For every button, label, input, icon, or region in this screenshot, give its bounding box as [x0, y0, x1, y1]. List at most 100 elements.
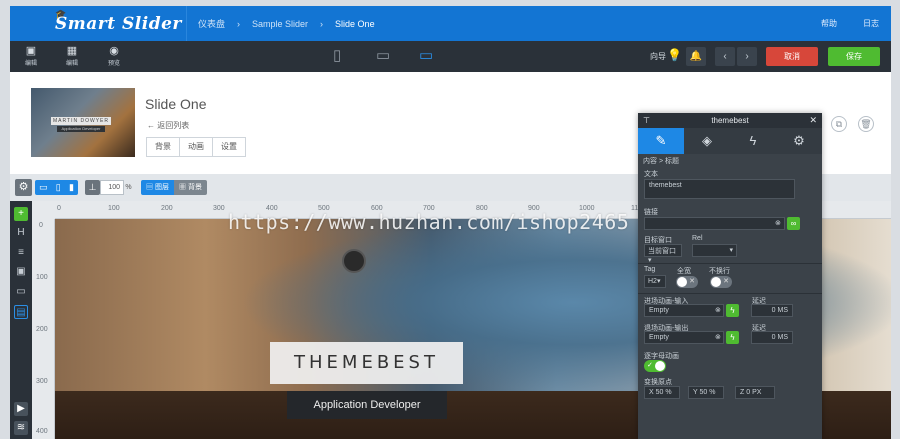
target-select[interactable]: 当前窗口 ▾: [644, 244, 682, 264]
button-tool[interactable]: ▭: [14, 285, 28, 299]
image-icon: ▣: [25, 45, 37, 57]
bell-icon: 🔔: [689, 51, 703, 62]
text-icon: ≡: [18, 247, 24, 258]
monitor-view-icon[interactable]: ▭: [419, 46, 433, 64]
bell-button[interactable]: 🔔: [686, 47, 706, 66]
clear-icon[interactable]: ⊗: [715, 333, 721, 341]
divider: [186, 6, 187, 41]
delay-field[interactable]: 0 MS: [751, 304, 793, 317]
fullwidth-label: 全宽: [677, 268, 691, 275]
panel-header[interactable]: ⊤ themebest ✕: [638, 113, 822, 128]
nowrap-label: 不换行: [709, 268, 730, 275]
fullwidth-toggle[interactable]: ✕: [676, 276, 698, 288]
tag-select[interactable]: H2▾: [644, 275, 666, 288]
split-toggle[interactable]: ✓: [644, 360, 666, 372]
cancel-button[interactable]: 取消: [766, 47, 818, 66]
back-link[interactable]: ← 返回列表: [147, 120, 189, 131]
save-button[interactable]: 保存: [828, 47, 880, 66]
outro-field[interactable]: Empty: [644, 331, 724, 344]
origin-x-field[interactable]: X 50 %: [644, 386, 680, 399]
ruler-tick: 100: [108, 205, 120, 212]
breadcrumb-dashboard[interactable]: 仪表盘: [198, 17, 225, 30]
help-link[interactable]: 帮助: [821, 18, 837, 29]
zoom-unit: %: [125, 184, 132, 191]
toggle-knob: [711, 277, 721, 287]
edit-button-2[interactable]: ▦ 编辑: [60, 45, 84, 68]
link-field[interactable]: [644, 217, 785, 230]
heading-tool[interactable]: H: [14, 226, 28, 240]
gear-icon: ⚙: [793, 133, 805, 148]
edit-button-1[interactable]: ▣ 编辑: [19, 45, 43, 68]
tablet-icon[interactable]: ▯: [56, 182, 61, 193]
tab-settings[interactable]: 设置: [212, 137, 246, 157]
slide-title[interactable]: Slide One: [145, 96, 206, 112]
gear-icon[interactable]: ⚙: [15, 179, 32, 196]
slide-tabs: 背景 动画 设置: [146, 137, 246, 157]
chevron-right-icon: ›: [320, 18, 324, 29]
background-button[interactable]: ▦ 背景: [174, 180, 207, 195]
editor-toolbar: ▣ 编辑 ▦ 编辑 ◉ 预览 ▯ ▭ ▭ 向导 💡 🔔 ‹ › 取消 保存: [10, 41, 891, 72]
app-logo[interactable]: Smart Slider: [55, 14, 182, 34]
layer-settings-panel: ⊤ themebest ✕ ✎ ◈ ϟ ⚙ 内容 > 标题 文本 themebe…: [638, 113, 822, 439]
device-switcher[interactable]: ▭ ▯ ▮: [35, 180, 78, 195]
layers-button[interactable]: ▤ 图层: [141, 180, 174, 195]
copy-icon[interactable]: ⧉: [831, 116, 847, 132]
title-layer[interactable]: THEMEBEST: [270, 342, 463, 384]
text-field[interactable]: themebest: [644, 179, 795, 199]
image-tool[interactable]: ▣: [14, 265, 28, 279]
link-label: 链接: [644, 209, 658, 216]
tab-animation[interactable]: ϟ: [730, 128, 776, 154]
origin-y-field[interactable]: Y 50 %: [688, 386, 724, 399]
slide-thumbnail[interactable]: MARTIN DOWYER Application Developer: [31, 88, 135, 157]
breadcrumb-slider[interactable]: Sample Slider: [252, 19, 308, 29]
ruler-tick: 0: [39, 222, 43, 229]
chevron-left-icon: ‹: [723, 51, 727, 62]
layers-list-button[interactable]: ≋: [14, 421, 28, 435]
trash-icon[interactable]: 🗑: [858, 116, 874, 132]
tab-content[interactable]: ✎: [638, 128, 684, 154]
tab-settings[interactable]: ⚙: [776, 128, 822, 154]
tab-style[interactable]: ◈: [684, 128, 730, 154]
outro-button[interactable]: ϟ: [726, 331, 739, 344]
intro-button[interactable]: ϟ: [726, 304, 739, 317]
desktop-view-icon[interactable]: ▯: [333, 46, 341, 64]
link-icon: ∞: [790, 219, 797, 228]
log-link[interactable]: 日志: [863, 18, 879, 29]
prev-button[interactable]: ‹: [715, 47, 735, 66]
zoom-input[interactable]: 100: [100, 180, 124, 195]
bulb-icon[interactable]: 💡: [667, 48, 682, 62]
pin-icon[interactable]: ⊤: [643, 113, 650, 128]
watch-image-area: [342, 249, 366, 273]
text-tool[interactable]: ≡: [14, 246, 28, 260]
next-button[interactable]: ›: [737, 47, 757, 66]
origin-z-field[interactable]: Z 0 PX: [735, 386, 775, 399]
intro-field[interactable]: Empty: [644, 304, 724, 317]
tablet-view-icon[interactable]: ▭: [376, 46, 390, 64]
breadcrumb-slide: Slide One: [335, 18, 375, 29]
clear-icon[interactable]: ⊗: [715, 306, 721, 314]
rel-select[interactable]: ▾: [692, 244, 737, 257]
structure-tool[interactable]: ▤: [14, 305, 28, 319]
tab-animation[interactable]: 动画: [179, 137, 213, 157]
lightning-icon: ϟ: [749, 133, 757, 148]
tab-background[interactable]: 背景: [146, 137, 180, 157]
ruler-left[interactable]: 0 100 200 300 400: [32, 219, 55, 439]
x-icon: ✕: [689, 278, 695, 285]
add-layer-button[interactable]: +: [14, 207, 28, 221]
delay2-field[interactable]: 0 MS: [751, 331, 793, 344]
preview-button[interactable]: ◉ 预览: [102, 45, 126, 68]
snap-icon[interactable]: ⊥: [85, 180, 100, 195]
layers-icon: ▤: [146, 184, 155, 191]
close-icon[interactable]: ✕: [809, 113, 817, 128]
layers-icon: ≋: [16, 422, 26, 433]
panel-tabs: ✎ ◈ ϟ ⚙: [638, 128, 822, 154]
rel-label: Rel: [692, 235, 703, 242]
link-button[interactable]: ∞: [787, 217, 800, 230]
play-button[interactable]: ▶: [14, 402, 28, 416]
clear-icon[interactable]: ⊗: [775, 219, 781, 227]
button-icon: ▭: [16, 286, 26, 297]
nowrap-toggle[interactable]: ✕: [710, 276, 732, 288]
desktop-icon[interactable]: ▭: [39, 182, 48, 193]
mobile-icon[interactable]: ▮: [69, 182, 74, 193]
subtitle-layer[interactable]: Application Developer: [287, 391, 447, 419]
